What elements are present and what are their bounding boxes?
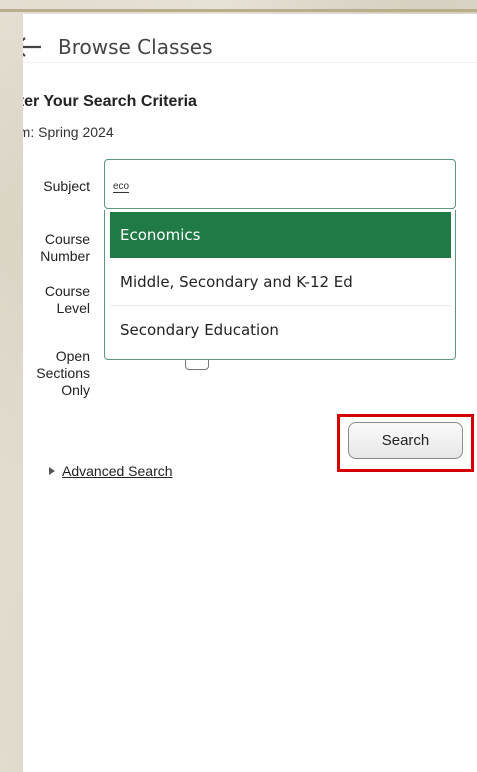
open-sections-checkbox[interactable] [185, 360, 209, 370]
option-economics[interactable]: Economics [110, 212, 451, 258]
page-header: Browse Classes [23, 14, 477, 64]
page-title: Browse Classes [58, 35, 213, 59]
subject-input[interactable]: eco [104, 159, 456, 209]
search-panel: Browse Classes nter Your Search Criteria… [23, 14, 477, 772]
subject-input-value: eco [113, 181, 130, 193]
back-arrow-icon[interactable] [23, 36, 51, 58]
search-button[interactable]: Search [348, 422, 463, 459]
term-label: rm: Spring 2024 [23, 124, 114, 140]
open-sections-label: Open Sections Only [36, 348, 90, 398]
expand-triangle-icon[interactable] [48, 467, 56, 475]
option-middle-secondary-k12[interactable]: Middle, Secondary and K-12 Ed [110, 258, 451, 306]
subject-autocomplete-list: Economics Middle, Secondary and K-12 Ed … [104, 210, 456, 360]
search-criteria-heading: nter Your Search Criteria [23, 93, 197, 110]
advanced-search-link[interactable]: Advanced Search [62, 463, 173, 479]
course-level-label: Course Level [44, 283, 90, 316]
option-secondary-education[interactable]: Secondary Education [110, 307, 451, 353]
subject-label: Subject [43, 178, 90, 194]
top-divider [0, 9, 477, 12]
header-divider [23, 62, 477, 63]
course-number-label: Course Number [40, 231, 90, 264]
